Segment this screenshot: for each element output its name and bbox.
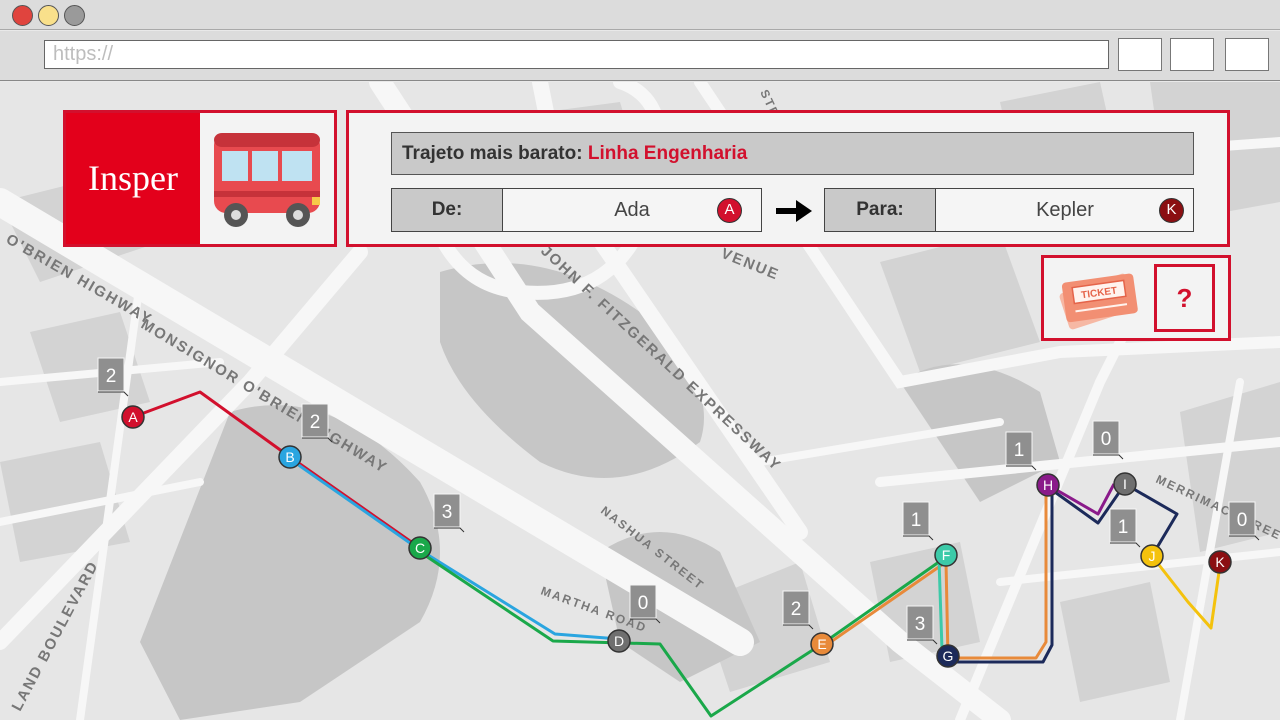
to-field[interactable]: Para: Kepler K (824, 188, 1194, 232)
stop-marker-i[interactable]: I (1113, 472, 1137, 496)
to-value[interactable]: Kepler (936, 189, 1194, 231)
cost-box-g: 3 (906, 605, 934, 640)
stop-label: D (614, 633, 624, 649)
cost-value: 1 (911, 510, 922, 531)
cost-value: 3 (442, 502, 453, 523)
arrow-right-icon (776, 200, 812, 222)
cost-box-b: 2 (301, 403, 329, 438)
cost-value: 0 (1237, 510, 1248, 531)
app-window: O'BRIEN HIGHWAY MONSIGNOR O'BRIEN HIGHWA… (0, 0, 1280, 720)
brand-panel: Insper (63, 110, 337, 247)
stop-marker-k[interactable]: K (1208, 550, 1232, 574)
cost-value: 2 (106, 366, 117, 387)
from-label: De: (392, 189, 503, 231)
stop-label: J (1149, 548, 1156, 564)
maximize-window-button[interactable] (64, 5, 85, 26)
stop-marker-d[interactable]: D (607, 629, 631, 653)
to-marker-icon: K (1159, 198, 1184, 223)
cost-value: 2 (310, 412, 321, 433)
toolbar-button-2[interactable] (1170, 38, 1214, 71)
cost-value: 1 (1014, 440, 1025, 461)
stop-marker-j[interactable]: J (1140, 544, 1164, 568)
cost-value: 3 (915, 614, 926, 635)
toolbar-button-3[interactable] (1225, 38, 1269, 71)
cheapest-route-value: Linha Engenharia (587, 143, 748, 164)
minimize-window-button[interactable] (38, 5, 59, 26)
ticket-icon[interactable]: TICKET (1056, 266, 1142, 332)
cost-value: 1 (1118, 517, 1129, 538)
cost-box-h: 1 (1005, 431, 1033, 466)
insper-logo: Insper (66, 113, 200, 244)
ticket-panel: TICKET ? (1041, 255, 1231, 341)
stop-label: H (1043, 477, 1053, 493)
cost-value: 2 (791, 599, 802, 620)
cost-box-c: 3 (433, 493, 461, 528)
toolbar-button-1[interactable] (1118, 38, 1162, 71)
stop-label: G (943, 648, 954, 664)
url-bar[interactable]: https:// (44, 40, 1109, 69)
cost-box-e: 2 (782, 590, 810, 625)
stop-label: A (128, 409, 138, 425)
browser-toolbar: https:// (0, 31, 1280, 81)
stop-marker-h[interactable]: H (1036, 473, 1060, 497)
help-button[interactable]: ? (1154, 264, 1215, 332)
stop-marker-g[interactable]: G (936, 644, 960, 668)
cost-value: 0 (1101, 429, 1112, 450)
from-marker-icon: A (717, 198, 742, 223)
cheapest-route-bar: Trajeto mais barato: Linha Engenharia (391, 132, 1194, 175)
browser-titlebar (0, 0, 1280, 30)
route-panel: Trajeto mais barato: Linha Engenharia De… (346, 110, 1230, 247)
stop-label: K (1215, 554, 1225, 570)
stop-marker-a[interactable]: A (121, 405, 145, 429)
stop-marker-f[interactable]: F (934, 543, 958, 567)
stop-label: C (415, 540, 425, 556)
cost-value: 0 (638, 593, 649, 614)
from-field[interactable]: De: Ada A (391, 188, 762, 232)
stop-marker-b[interactable]: B (278, 445, 302, 469)
stop-label: B (285, 449, 294, 465)
cost-box-a: 2 (97, 357, 125, 392)
to-label: Para: (825, 189, 936, 231)
stop-marker-c[interactable]: C (408, 536, 432, 560)
stop-marker-e[interactable]: E (810, 632, 834, 656)
cost-box-d: 0 (629, 584, 657, 619)
stop-label: F (942, 547, 951, 563)
cheapest-route-label: Trajeto mais barato: (402, 143, 583, 164)
cost-box-j: 1 (1109, 508, 1137, 543)
stop-label: E (817, 636, 826, 652)
cost-box-i: 0 (1092, 420, 1120, 455)
cost-box-f: 1 (902, 501, 930, 536)
bus-icon (214, 133, 320, 227)
close-window-button[interactable] (12, 5, 33, 26)
stop-label: I (1123, 476, 1127, 492)
cost-box-k: 0 (1228, 501, 1256, 536)
